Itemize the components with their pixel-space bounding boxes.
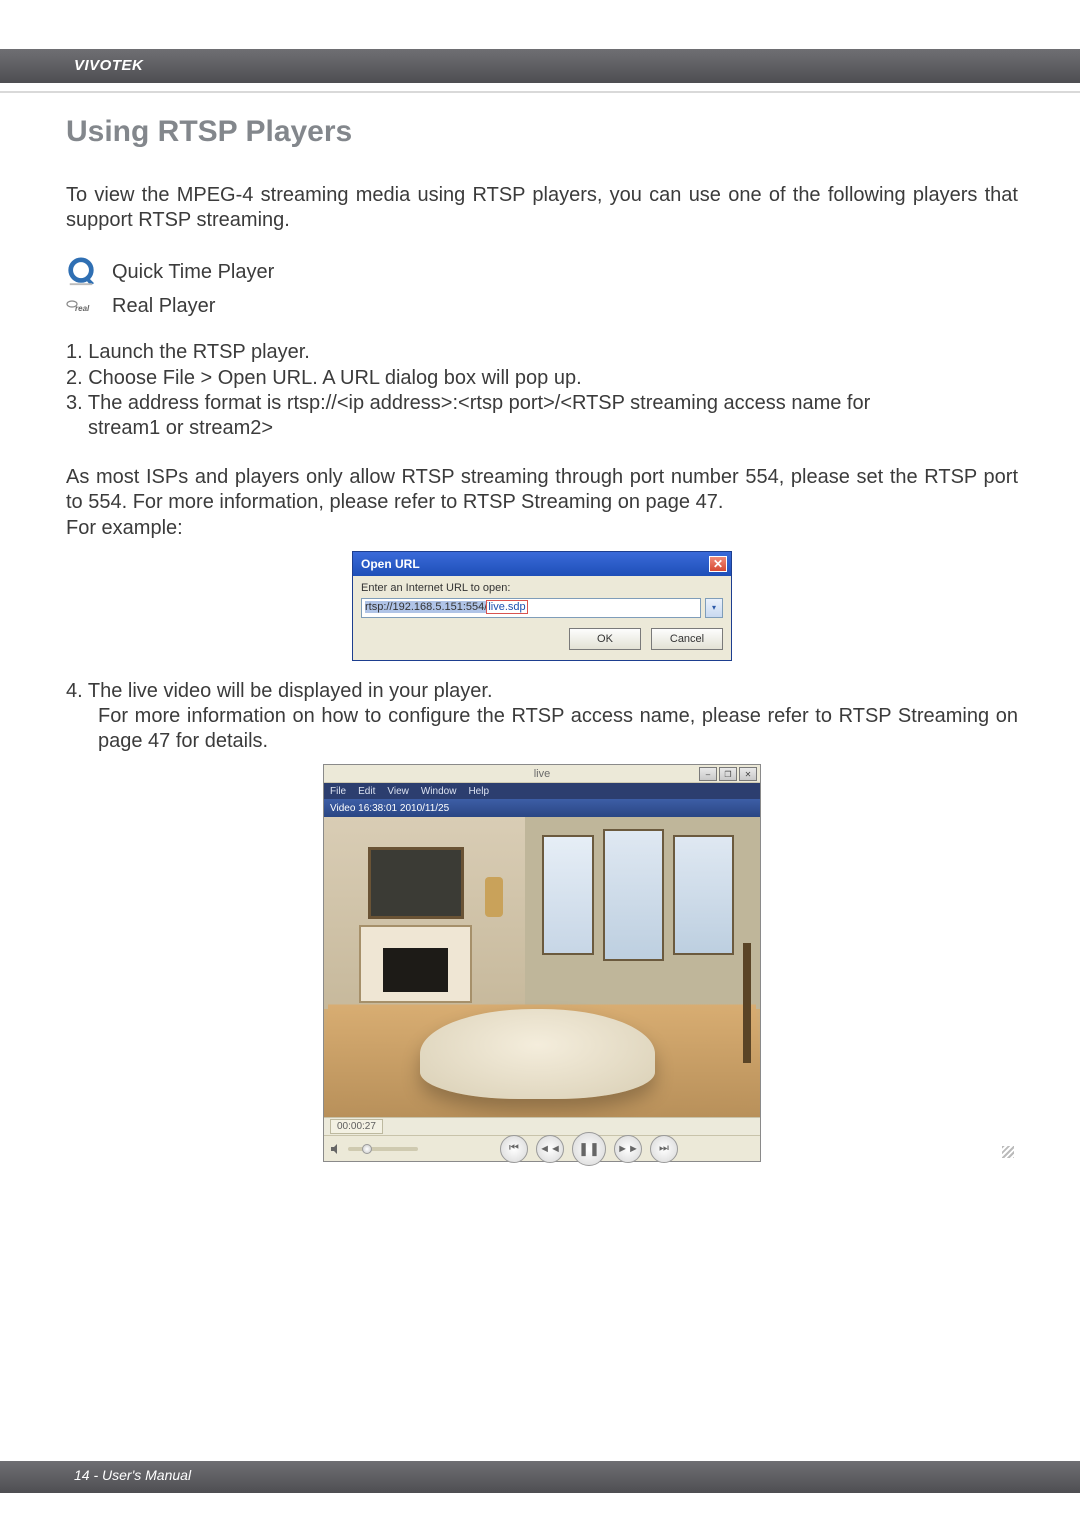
page-title: Using RTSP Players: [66, 115, 1018, 149]
video-area[interactable]: [324, 817, 760, 1117]
menu-view[interactable]: View: [387, 786, 409, 797]
player-row-quicktime: Quick Time Player: [66, 257, 1018, 287]
video-window-1: [542, 835, 594, 955]
note-line2: For example:: [66, 516, 1018, 541]
minimize-icon: –: [706, 770, 710, 779]
fast-forward-icon: ►►: [617, 1143, 639, 1155]
header-bar: VIVOTEK: [0, 49, 1080, 83]
chevron-down-icon: ▾: [712, 603, 716, 612]
open-url-dialog-wrap: Open URL ✕ Enter an Internet URL to open…: [352, 551, 732, 661]
header-rule: [0, 91, 1080, 93]
next-button[interactable]: ⏭: [650, 1135, 678, 1163]
skip-forward-icon: ⏭: [659, 1142, 669, 1155]
step-3-line1: 3. The address format is rtsp://<ip addr…: [66, 391, 1018, 416]
elapsed-time: 00:00:27: [330, 1119, 383, 1134]
dialog-close-button[interactable]: ✕: [709, 556, 727, 572]
step-2: 2. Choose File > Open URL. A URL dialog …: [66, 366, 1018, 391]
forward-button[interactable]: ►►: [614, 1135, 642, 1163]
svg-text:real: real: [75, 304, 90, 313]
maximize-button[interactable]: ❐: [719, 767, 737, 781]
video-window-3: [673, 835, 734, 955]
player-titlebar: live – ❐ ✕: [324, 765, 760, 783]
volume-slider[interactable]: [348, 1147, 418, 1151]
step-4-line2: For more information on how to configure…: [66, 704, 1018, 754]
video-rail: [743, 943, 752, 1063]
step-1: 1. Launch the RTSP player.: [66, 340, 1018, 365]
video-sofa: [420, 1009, 655, 1099]
dialog-body: Enter an Internet URL to open: rtsp://19…: [353, 576, 731, 660]
dialog-label: Enter an Internet URL to open:: [361, 582, 723, 594]
cancel-button[interactable]: Cancel: [651, 628, 723, 650]
rewind-icon: ◄◄: [539, 1143, 561, 1155]
menu-file[interactable]: File: [330, 786, 346, 797]
note-block: As most ISPs and players only allow RTSP…: [66, 465, 1018, 541]
resize-grip[interactable]: [1002, 1146, 1014, 1158]
quicktime-icon: [66, 257, 96, 287]
volume-knob[interactable]: [362, 1144, 372, 1154]
dialog-titlebar: Open URL ✕: [353, 552, 731, 576]
video-framed-picture: [368, 847, 464, 919]
dialog-title-text: Open URL: [361, 557, 420, 571]
media-player-window: live – ❐ ✕ File Edit View Window Help Vi…: [323, 764, 761, 1162]
intro-paragraph: To view the MPEG-4 streaming media using…: [66, 183, 1018, 233]
skip-back-icon: ⏮: [509, 1142, 519, 1155]
window-buttons: – ❐ ✕: [699, 767, 757, 781]
close-window-button[interactable]: ✕: [739, 767, 757, 781]
url-dropdown-button[interactable]: ▾: [705, 598, 723, 618]
step-3-line2: stream1 or stream2>: [66, 416, 1018, 441]
media-player-wrap: live – ❐ ✕ File Edit View Window Help Vi…: [323, 764, 761, 1162]
pause-button[interactable]: ❚❚: [572, 1132, 606, 1166]
open-url-dialog: Open URL ✕ Enter an Internet URL to open…: [352, 551, 732, 661]
video-fireplace-inner: [383, 948, 449, 992]
menu-bar: File Edit View Window Help: [324, 783, 760, 799]
player-row-real: real Real Player: [66, 295, 1018, 318]
brand-text: VIVOTEK: [74, 57, 143, 74]
realplayer-label: Real Player: [112, 295, 215, 318]
control-row: ⏮ ◄◄ ❚❚ ►► ⏭: [324, 1135, 760, 1161]
menu-window[interactable]: Window: [421, 786, 457, 797]
footer-text: 14 - User's Manual: [74, 1467, 191, 1483]
video-fireplace: [359, 925, 472, 1003]
url-suffix: live.sdp: [487, 601, 526, 613]
url-input[interactable]: rtsp://192.168.5.151:554/live.sdp: [361, 598, 701, 618]
url-row: rtsp://192.168.5.151:554/live.sdp ▾: [361, 598, 723, 618]
close-icon: ✕: [745, 770, 752, 779]
speaker-icon[interactable]: [330, 1143, 342, 1155]
content-area: Using RTSP Players To view the MPEG-4 st…: [66, 115, 1018, 1162]
step-4-line1: 4. The live video will be displayed in y…: [66, 679, 1018, 704]
video-overlay-bar: Video 16:38:01 2010/11/25: [324, 799, 760, 817]
quicktime-label: Quick Time Player: [112, 261, 274, 284]
minimize-button[interactable]: –: [699, 767, 717, 781]
video-window-2: [603, 829, 664, 961]
realplayer-icon: real: [66, 298, 96, 316]
transport-controls: ⏮ ◄◄ ❚❚ ►► ⏭: [424, 1132, 754, 1166]
video-timestamp-overlay: Video 16:38:01 2010/11/25: [324, 803, 455, 814]
previous-button[interactable]: ⏮: [500, 1135, 528, 1163]
step-4: 4. The live video will be displayed in y…: [66, 679, 1018, 755]
close-icon: ✕: [713, 557, 723, 571]
maximize-icon: ❐: [724, 770, 731, 779]
menu-help[interactable]: Help: [468, 786, 489, 797]
url-prefix: rtsp://192.168.5.151:554/: [365, 601, 487, 613]
menu-edit[interactable]: Edit: [358, 786, 375, 797]
ok-button[interactable]: OK: [569, 628, 641, 650]
dialog-buttons: OK Cancel: [361, 628, 723, 650]
video-lamp: [485, 877, 503, 917]
rewind-button[interactable]: ◄◄: [536, 1135, 564, 1163]
note-line1: As most ISPs and players only allow RTSP…: [66, 465, 1018, 515]
player-title: live: [534, 768, 551, 780]
pause-icon: ❚❚: [578, 1141, 600, 1157]
steps-list: 1. Launch the RTSP player. 2. Choose Fil…: [66, 340, 1018, 441]
